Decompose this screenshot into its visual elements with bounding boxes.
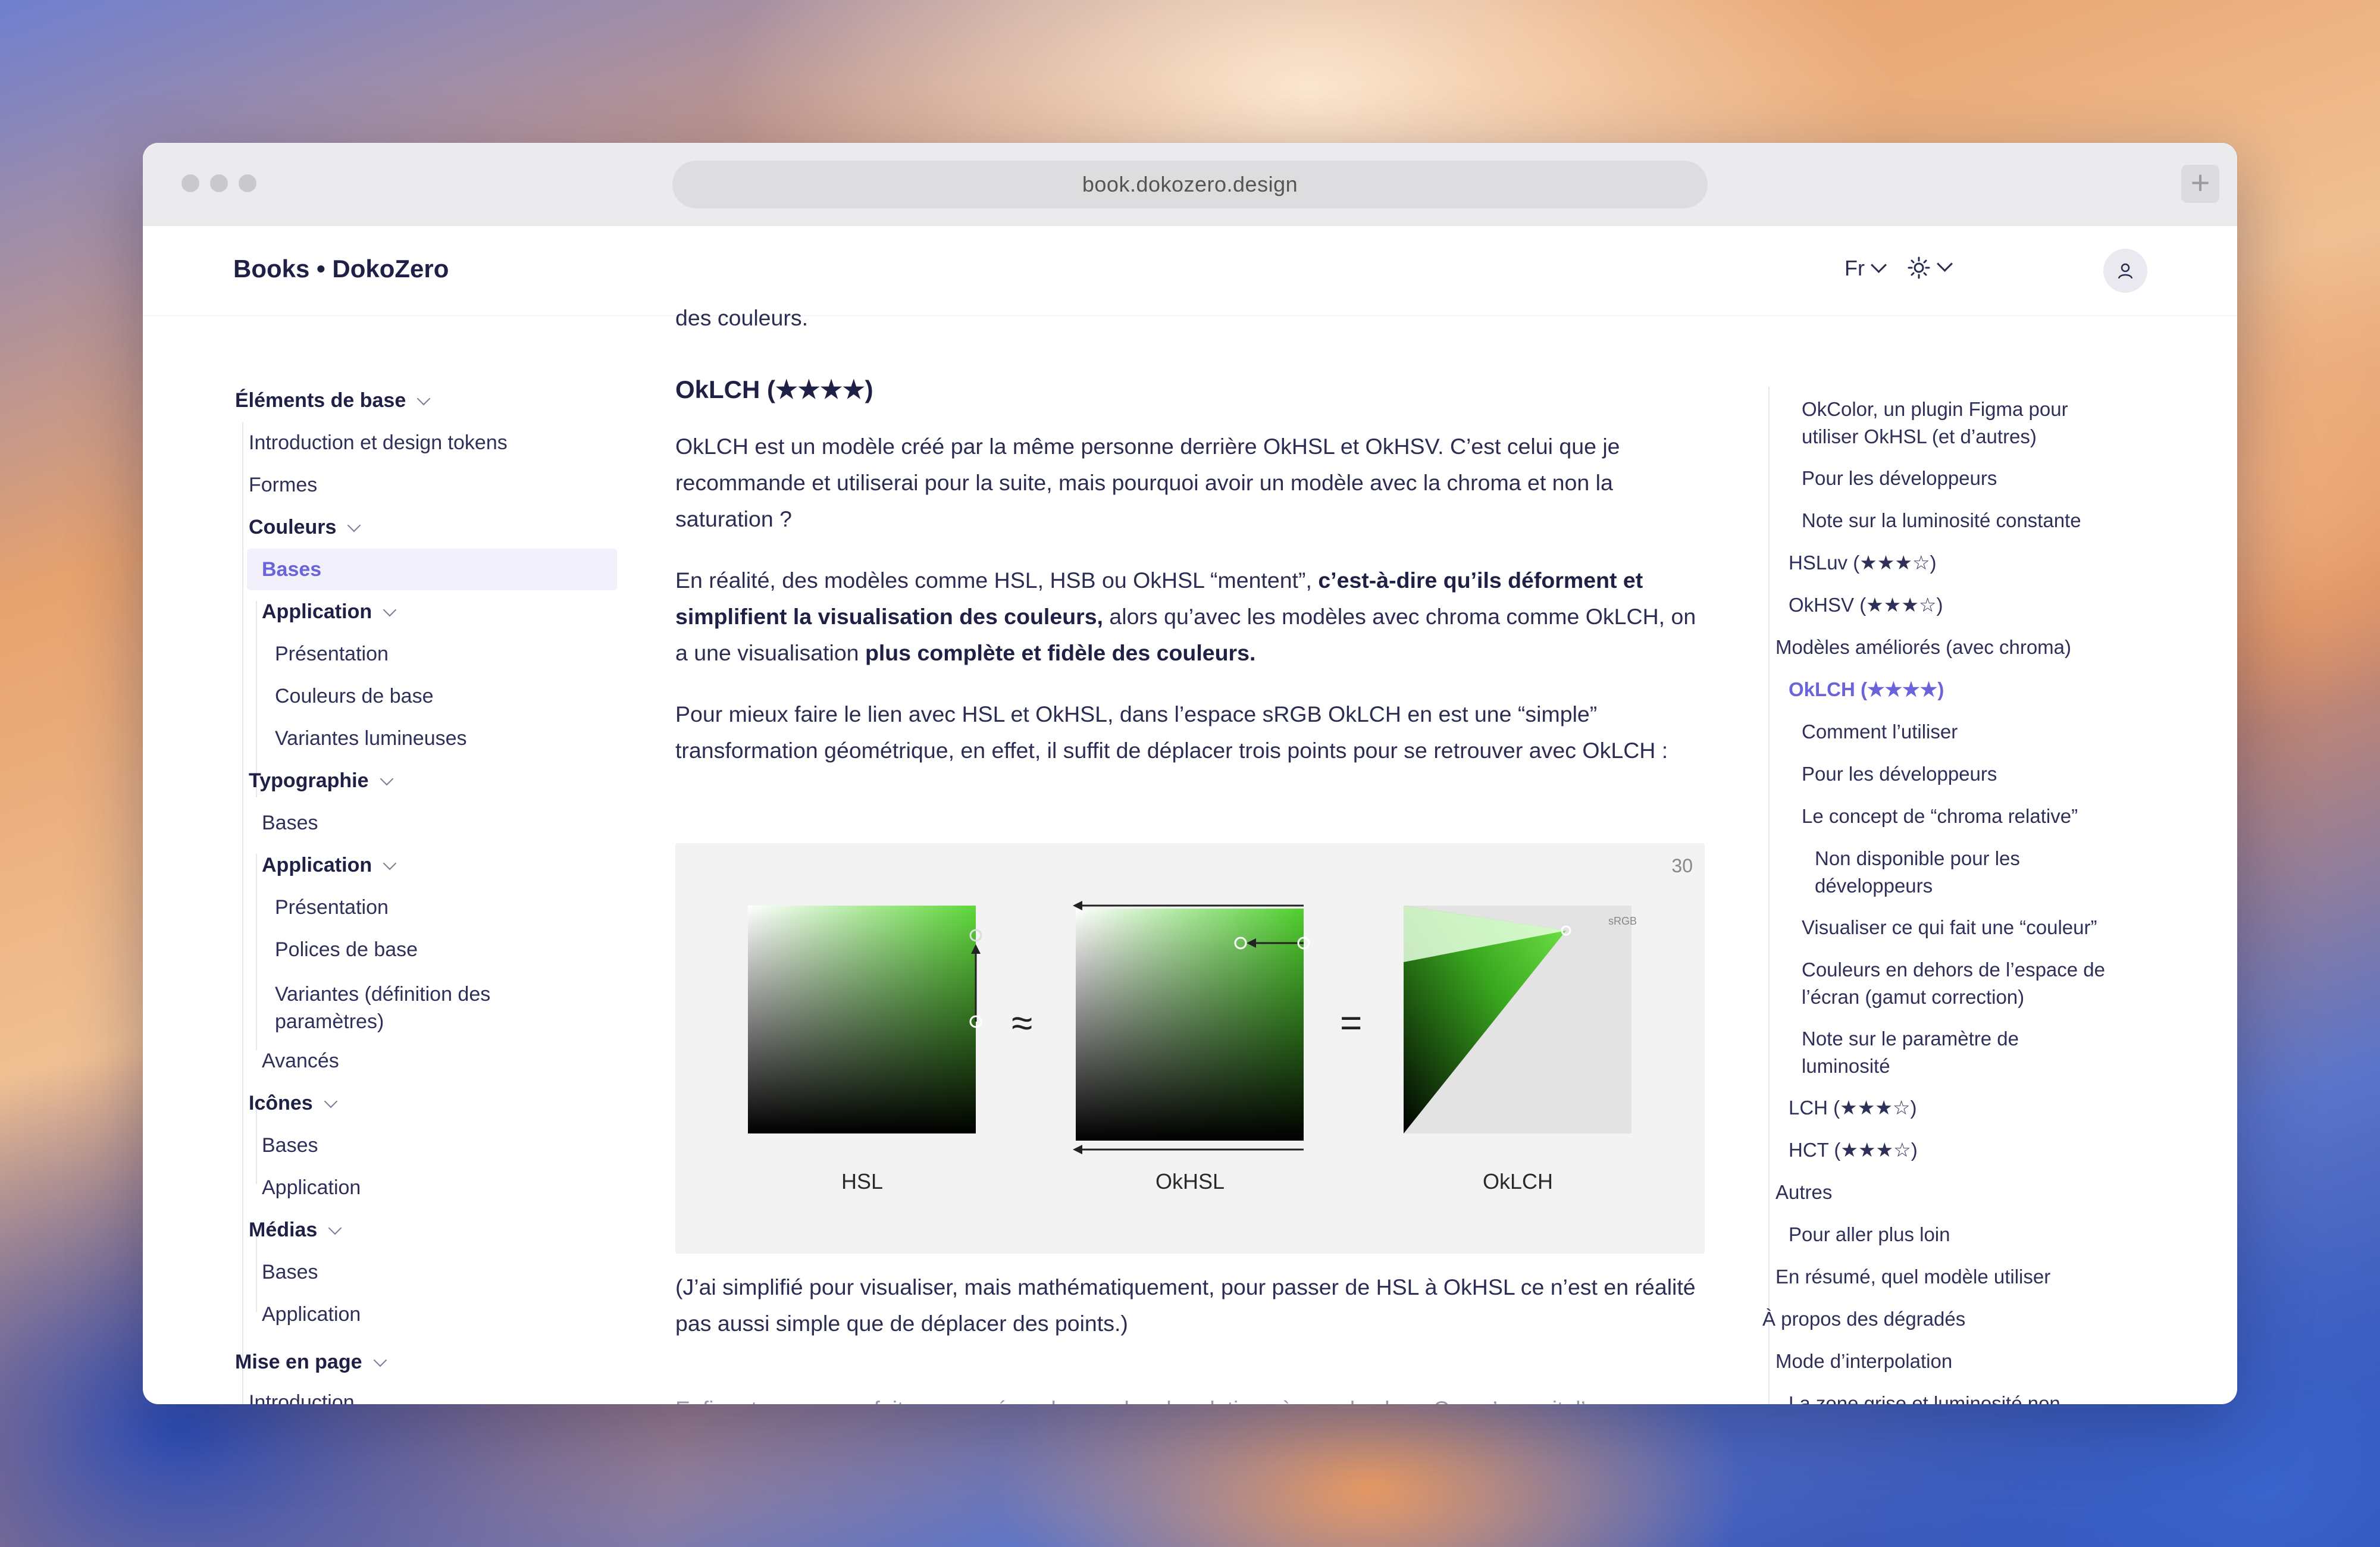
toc-item[interactable]: HSLuv (★★★☆) [1789,549,1937,577]
toc-item[interactable]: Comment l’utiliser [1802,718,1958,746]
nav-item-introduction[interactable]: Introduction et design tokens [249,431,508,455]
equals-symbol: = [1340,1001,1363,1044]
nav-section-mise-en-page[interactable]: Mise en page [235,1351,387,1374]
address-bar[interactable]: book.dokozero.design [672,161,1708,208]
nav-section-elements-de-base[interactable]: Éléments de base [235,389,431,412]
nav-item-introduction[interactable]: Introduction [249,1391,355,1404]
paragraph: En réalité, des modèles comme HSL, HSB o… [675,568,1696,665]
nav-item-icones[interactable]: Icônes [249,1092,338,1115]
chevron-down-icon [324,1094,338,1108]
toc-item[interactable]: Note sur la luminosité constante [1802,507,2081,534]
language-label: Fr [1844,256,1865,280]
nav-item-typographie[interactable]: Typographie [249,769,393,793]
chevron-down-icon [1937,256,1953,272]
toc-item[interactable]: OkHSV (★★★☆) [1789,591,1943,619]
nav-guide-line [242,422,243,1404]
theme-selector[interactable] [1907,253,1953,280]
paragraph: OkLCH est un modèle créé par la même per… [675,434,1620,531]
nav-item-presentation[interactable]: Présentation [275,896,389,919]
toc-item[interactable]: Pour les développeurs [1802,465,1997,492]
toc-item[interactable]: Couleurs en dehors de l’espace de l’écran… [1802,956,2105,1011]
toc-item[interactable]: OkColor, un plugin Figma pour utiliser Ok… [1802,396,2068,450]
chevron-down-icon [380,772,393,786]
paragraph-cut: Enfin, et comme on fait mon pavé sur les… [675,1391,1699,1404]
figure-label-oklch: OkLCH [1482,1169,1554,1194]
user-account-button[interactable] [2103,249,2147,293]
nav-item-medias-application[interactable]: Application [262,1303,361,1326]
toc-item[interactable]: HCT (★★★☆) [1789,1136,1918,1164]
toc-item[interactable]: À propos des dégradés [1762,1305,1965,1333]
nav-item-typo-bases[interactable]: Bases [262,812,318,835]
toc-item-active[interactable]: OkLCH (★★★★) [1789,676,1944,703]
browser-titlebar: book.dokozero.design + [143,143,2237,226]
toc-item[interactable]: Pour les développeurs [1802,760,1997,788]
toc-item[interactable]: Non disponible pour les développeurs [1815,845,2020,900]
toc-item[interactable]: Pour aller plus loin [1789,1221,1950,1248]
browser-window: book.dokozero.design + Books • DokoZero … [143,143,2237,1404]
figure-diagram: sRGB [748,901,1637,1154]
chevron-down-icon [1871,257,1887,273]
toc-item[interactable]: La zone grise et luminosité non [1789,1390,2060,1404]
chevron-down-icon [347,518,361,533]
user-icon [2118,263,2133,279]
new-tab-button[interactable]: + [2181,165,2219,203]
nav-item-couleurs-application[interactable]: Application [262,600,397,624]
nav-item-couleurs-de-base[interactable]: Couleurs de base [275,685,434,708]
paragraph: Pour mieux faire le lien avec HSL et OkH… [675,702,1668,763]
nav-item-typo-application[interactable]: Application [262,854,397,877]
nav-item-couleurs-bases[interactable]: Bases [262,558,321,581]
language-selector[interactable]: Fr [1844,256,1887,281]
chevron-down-icon [373,1353,387,1367]
nav-item-medias[interactable]: Médias [249,1219,342,1242]
nav-guide-line [256,601,257,797]
window-minimize-button[interactable] [210,174,228,192]
chevron-down-icon [383,856,397,870]
nav-item-variantes-lumineuses[interactable]: Variantes lumineuses [275,727,467,750]
nav-item-avances[interactable]: Avancés [262,1050,339,1073]
color-model-figure: 30 sRGB ≈ = HSL OkHSL OkLCH [675,843,1705,1254]
paragraph: (J’ai simplifié pour visualiser, mais ma… [675,1274,1696,1336]
figure-label-hsl: HSL [841,1169,884,1194]
nav-item-polices-de-base[interactable]: Polices de base [275,938,418,962]
toc-item[interactable]: Modèles améliorés (avec chroma) [1775,634,2071,661]
toc-guide-line [1768,387,1770,1404]
oklch-gamut-shape: sRGB [1404,906,1637,1133]
nav-item-icones-application[interactable]: Application [262,1176,361,1200]
nav-item-variantes-definition[interactable]: Variantes (définition des paramètres) [275,981,490,1035]
toc-item[interactable]: Le concept de “chroma relative” [1802,803,2078,830]
site-brand[interactable]: Books • DokoZero [233,255,449,283]
hsl-square [748,906,982,1133]
nav-item-couleurs[interactable]: Couleurs [249,516,361,539]
figure-label-okhsl: OkHSL [1155,1169,1225,1194]
nav-item-presentation[interactable]: Présentation [275,643,389,666]
paragraph-fragment: des couleurs. [675,305,809,330]
okhsl-square [1073,901,1310,1154]
nav-item-formes[interactable]: Formes [249,474,317,497]
toc-item[interactable]: Autres [1775,1179,1832,1206]
section-heading-oklch: OkLCH (★★★★) [675,375,873,403]
toc-item[interactable]: LCH (★★★☆) [1789,1094,1917,1122]
toc-item[interactable]: Mode d’interpolation [1775,1348,1952,1375]
nav-guide-line [256,1107,257,1184]
nav-item-icones-bases[interactable]: Bases [262,1134,318,1157]
window-close-button[interactable] [181,174,199,192]
toc-item[interactable]: Visualiser ce qui fait une “couleur” [1802,914,2097,941]
nav-item-medias-bases[interactable]: Bases [262,1261,318,1284]
sun-icon [1908,256,1930,279]
chevron-down-icon [328,1221,342,1235]
toc-item[interactable]: En résumé, quel modèle utiliser [1775,1263,2050,1291]
chevron-down-icon [416,392,431,406]
approx-symbol: ≈ [1012,1001,1033,1044]
window-zoom-button[interactable] [239,174,256,192]
nav-guide-line [256,1235,257,1312]
srgb-tag: sRGB [1608,915,1637,927]
nav-guide-line [256,854,257,1050]
toc-item[interactable]: Note sur le paramètre de luminosité [1802,1025,2019,1080]
chevron-down-icon [383,603,397,617]
